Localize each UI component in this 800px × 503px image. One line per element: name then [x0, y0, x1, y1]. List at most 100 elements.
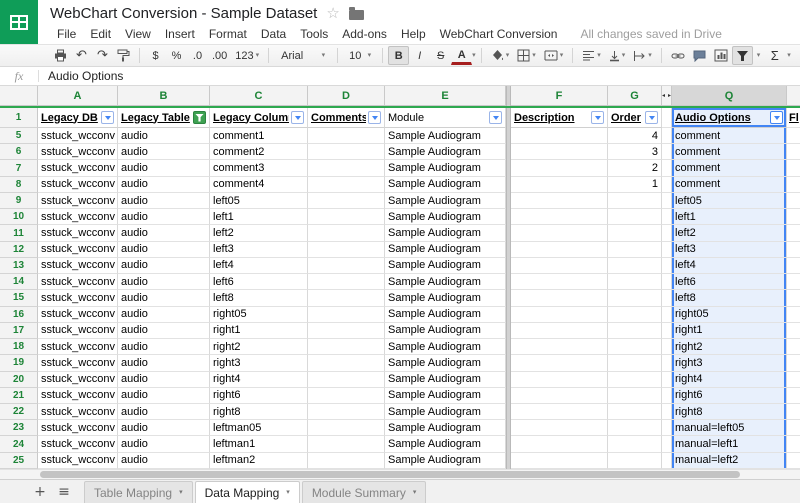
- filter-dropdown-button[interactable]: [591, 111, 604, 124]
- menu-tools[interactable]: Tools: [293, 27, 335, 41]
- cell-b21[interactable]: audio: [118, 388, 210, 404]
- header-cell-d1[interactable]: Comments: [308, 108, 385, 128]
- functions-button[interactable]: Σ: [764, 46, 785, 65]
- cell-e20[interactable]: Sample Audiogram: [385, 372, 506, 388]
- cell-e18[interactable]: Sample Audiogram: [385, 339, 506, 355]
- add-sheet-button[interactable]: +: [28, 480, 52, 503]
- column-header-e[interactable]: E: [385, 86, 506, 106]
- cell-b19[interactable]: audio: [118, 355, 210, 371]
- cell-d17[interactable]: [308, 323, 385, 339]
- horizontal-scrollbar[interactable]: [0, 469, 800, 479]
- cell-partial-9[interactable]: [787, 193, 800, 209]
- insert-link-button[interactable]: [667, 46, 689, 65]
- print-button[interactable]: [50, 46, 71, 65]
- cell-g22[interactable]: [608, 404, 662, 420]
- folder-icon[interactable]: [349, 10, 364, 20]
- cell-g5[interactable]: 4: [608, 128, 662, 144]
- row-number[interactable]: 20: [0, 372, 38, 388]
- merge-cells-button[interactable]: ▾: [540, 46, 568, 65]
- cell-a19[interactable]: sstuck_wcconv: [38, 355, 118, 371]
- cell-d11[interactable]: [308, 225, 385, 241]
- cell-e10[interactable]: Sample Audiogram: [385, 209, 506, 225]
- text-color-button[interactable]: A: [451, 46, 472, 65]
- cell-b16[interactable]: audio: [118, 307, 210, 323]
- cell-d5[interactable]: [308, 128, 385, 144]
- cell-f16[interactable]: [511, 307, 608, 323]
- horizontal-scrollbar-thumb[interactable]: [40, 471, 740, 478]
- horizontal-align-button[interactable]: ▾: [578, 46, 605, 65]
- cell-e23[interactable]: Sample Audiogram: [385, 420, 506, 436]
- cell-partial-23[interactable]: [787, 420, 800, 436]
- tab-menu-chevron-icon[interactable]: ▾: [286, 489, 290, 496]
- tab-menu-chevron-icon[interactable]: ▾: [179, 489, 183, 496]
- tab-data-mapping[interactable]: Data Mapping▾: [195, 481, 300, 503]
- cell-d7[interactable]: [308, 160, 385, 176]
- cell-c13[interactable]: left4: [210, 258, 308, 274]
- cell-partial-10[interactable]: [787, 209, 800, 225]
- cell-e5[interactable]: Sample Audiogram: [385, 128, 506, 144]
- cell-d9[interactable]: [308, 193, 385, 209]
- cell-b13[interactable]: audio: [118, 258, 210, 274]
- cell-c7[interactable]: comment3: [210, 160, 308, 176]
- cell-f8[interactable]: [511, 177, 608, 193]
- cell-e12[interactable]: Sample Audiogram: [385, 242, 506, 258]
- row-number[interactable]: 6: [0, 144, 38, 160]
- cell-partial-8[interactable]: [787, 177, 800, 193]
- formula-input[interactable]: Audio Options: [48, 69, 123, 83]
- cell-b15[interactable]: audio: [118, 290, 210, 306]
- row-number[interactable]: 22: [0, 404, 38, 420]
- functions-chevron-icon[interactable]: ▾: [787, 52, 791, 59]
- cell-f6[interactable]: [511, 144, 608, 160]
- cell-g9[interactable]: [608, 193, 662, 209]
- cell-d25[interactable]: [308, 453, 385, 469]
- text-wrap-button[interactable]: ▾: [629, 46, 656, 65]
- cell-d14[interactable]: [308, 274, 385, 290]
- fill-color-button[interactable]: ▾: [487, 46, 514, 65]
- hidden-columns-left-arrow-icon[interactable]: ◂: [662, 92, 665, 99]
- row-number[interactable]: 23: [0, 420, 38, 436]
- cell-partial-15[interactable]: [787, 290, 800, 306]
- paint-format-button[interactable]: [113, 46, 134, 65]
- cell-f10[interactable]: [511, 209, 608, 225]
- cell-a24[interactable]: sstuck_wcconv: [38, 436, 118, 452]
- cell-c14[interactable]: left6: [210, 274, 308, 290]
- hidden-columns-marker[interactable]: ◂▸: [662, 86, 672, 106]
- row-number[interactable]: 1: [0, 108, 38, 128]
- menu-help[interactable]: Help: [394, 27, 433, 41]
- menu-data[interactable]: Data: [254, 27, 293, 41]
- cell-a25[interactable]: sstuck_wcconv: [38, 453, 118, 469]
- cell-g11[interactable]: [608, 225, 662, 241]
- cell-a9[interactable]: sstuck_wcconv: [38, 193, 118, 209]
- cell-f15[interactable]: [511, 290, 608, 306]
- cell-q5[interactable]: comment: [672, 128, 787, 144]
- cell-f13[interactable]: [511, 258, 608, 274]
- cell-q15[interactable]: left8: [672, 290, 787, 306]
- increase-decimals-button[interactable]: .00: [208, 46, 231, 65]
- cell-c20[interactable]: right4: [210, 372, 308, 388]
- row-number[interactable]: 18: [0, 339, 38, 355]
- tab-table-mapping[interactable]: Table Mapping▾: [84, 481, 193, 503]
- cell-q10[interactable]: left1: [672, 209, 787, 225]
- cell-partial-12[interactable]: [787, 242, 800, 258]
- cell-partial-13[interactable]: [787, 258, 800, 274]
- menu-edit[interactable]: Edit: [83, 27, 118, 41]
- cell-g24[interactable]: [608, 436, 662, 452]
- tab-module-summary[interactable]: Module Summary▾: [302, 481, 427, 503]
- cell-a14[interactable]: sstuck_wcconv: [38, 274, 118, 290]
- percent-format-button[interactable]: %: [166, 46, 187, 65]
- cell-f14[interactable]: [511, 274, 608, 290]
- cell-a23[interactable]: sstuck_wcconv: [38, 420, 118, 436]
- row-number[interactable]: 25: [0, 453, 38, 469]
- cell-c6[interactable]: comment2: [210, 144, 308, 160]
- column-header-c[interactable]: C: [210, 86, 308, 106]
- header-cell-q1[interactable]: Audio Options: [672, 108, 787, 128]
- cell-b8[interactable]: audio: [118, 177, 210, 193]
- cell-f21[interactable]: [511, 388, 608, 404]
- cell-b12[interactable]: audio: [118, 242, 210, 258]
- cell-q14[interactable]: left6: [672, 274, 787, 290]
- row-number[interactable]: 9: [0, 193, 38, 209]
- cell-b6[interactable]: audio: [118, 144, 210, 160]
- cell-d23[interactable]: [308, 420, 385, 436]
- cell-partial-11[interactable]: [787, 225, 800, 241]
- cell-g7[interactable]: 2: [608, 160, 662, 176]
